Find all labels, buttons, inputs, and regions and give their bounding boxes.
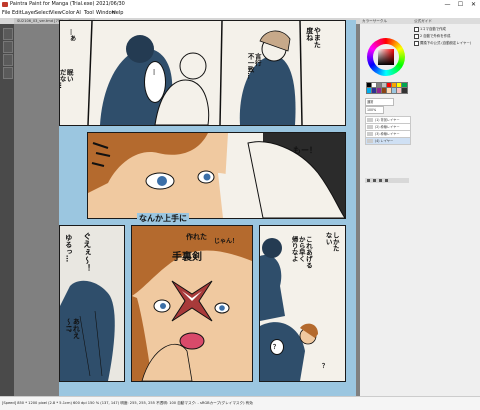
layer-thumbnail-icon bbox=[367, 118, 373, 122]
saturation-value-square[interactable] bbox=[378, 49, 394, 65]
new-layer-icon[interactable] bbox=[367, 179, 370, 182]
checkbox-icon[interactable] bbox=[414, 26, 419, 32]
color-wheel[interactable] bbox=[367, 38, 405, 76]
checkbox-icon[interactable] bbox=[414, 40, 419, 46]
sfx-lower-left-2: ぐえぇ～！ bbox=[82, 232, 92, 272]
panel-bottom-right: しかた ない これあげる から早く 帰りなよ ？ ？ bbox=[259, 225, 346, 382]
canvas-area[interactable]: …あ … やまた 度ね 言行 不一致… 眠い だな… もー！ ゆるっ… ぐえぇ～… bbox=[14, 20, 360, 397]
status-bar: [Speed] 850 * 1200 pixel (2.8 * 5.1cm) 6… bbox=[0, 396, 480, 410]
window-title: Paintra Paint for Manga (Trial.exe) 2021… bbox=[10, 1, 125, 7]
delete-layer-icon[interactable] bbox=[379, 179, 382, 182]
panel-top: …あ … やまた 度ね 言行 不一致… 眠い だな… bbox=[59, 20, 346, 126]
layer-thumbnail-icon bbox=[367, 132, 373, 136]
option-auto-panel[interactable]: 1コマ自動で作成 bbox=[414, 26, 446, 32]
layer-toolbar bbox=[365, 178, 409, 183]
option-auto-frame[interactable]: 2 自動で外枠を作成 bbox=[414, 33, 450, 39]
panel-middle: もー！ bbox=[87, 132, 346, 219]
menu-tool[interactable]: Tool bbox=[84, 10, 94, 17]
menu-file[interactable]: File bbox=[2, 10, 10, 17]
opacity-field[interactable]: 100% bbox=[365, 106, 384, 114]
dialogue-lower-right-2: これあげる から早く 帰りなよ bbox=[290, 236, 313, 269]
dialogue-lower-right-1: しかた ない bbox=[324, 232, 340, 252]
banner-text: なんか上手に bbox=[137, 213, 189, 224]
eraser-tool-icon[interactable] bbox=[3, 54, 13, 66]
minimize-button[interactable]: — bbox=[441, 0, 454, 9]
dialogue-top-left: …あ bbox=[68, 29, 76, 41]
menu-edit[interactable]: Edit bbox=[12, 10, 22, 17]
pen-tool-icon[interactable] bbox=[3, 28, 13, 40]
layer-thumbnail-icon bbox=[367, 139, 373, 143]
right-panel: カラーサークル 公式ガイド 1コマ自動で作成 2 自動で外枠を作成 置換下の公式… bbox=[360, 18, 480, 396]
panel-bottom-center: 手裏剣 作れた じゃん！ bbox=[131, 225, 253, 382]
menu-help[interactable]: Help bbox=[112, 10, 123, 17]
menu-select[interactable]: Select bbox=[35, 10, 50, 17]
dialogue-top-center: … bbox=[151, 69, 159, 75]
panel-bottom-left: ゆるっ… ぐえぇ～！ あれえ ～!? bbox=[59, 225, 125, 382]
merge-layer-icon[interactable] bbox=[385, 179, 388, 182]
layer-row-active[interactable]: (4) レイヤー bbox=[365, 137, 411, 145]
duplicate-layer-icon[interactable] bbox=[373, 179, 376, 182]
sfx-shuriken: 手裏剣 bbox=[172, 252, 202, 263]
blend-mode-select[interactable]: 通常 bbox=[365, 98, 394, 106]
guide-panel-header: 公式ガイド bbox=[412, 18, 480, 24]
color-circle-header: カラーサークル bbox=[360, 18, 412, 24]
color-palette bbox=[366, 82, 408, 96]
menu-view[interactable]: View bbox=[50, 10, 62, 17]
sfx-lower-left-1: ゆるっ… bbox=[64, 234, 73, 262]
speech-bubble bbox=[144, 61, 166, 103]
checkbox-icon[interactable] bbox=[414, 33, 419, 39]
question-mark-1: ？ bbox=[273, 344, 280, 351]
palette-swatch[interactable] bbox=[401, 87, 408, 94]
tool-strip bbox=[0, 24, 14, 396]
dialogue-top-right-3: 眠い だな… bbox=[59, 69, 74, 89]
option-replace-layer[interactable]: 置換下の公式 (自動設定レイヤー) bbox=[414, 40, 471, 46]
dialogue-top-right-1: やまた 度ね bbox=[305, 27, 322, 48]
menu-ai[interactable]: AI bbox=[76, 10, 81, 17]
sfx-made: 作れた bbox=[186, 233, 207, 241]
manga-page[interactable]: …あ … やまた 度ね 言行 不一致… 眠い だな… もー！ ゆるっ… ぐえぇ～… bbox=[59, 20, 356, 397]
dialogue-middle: もー！ bbox=[293, 146, 317, 155]
fill-tool-icon[interactable] bbox=[3, 67, 13, 79]
maximize-button[interactable]: ☐ bbox=[454, 0, 467, 9]
menu-color[interactable]: Color bbox=[62, 10, 75, 17]
question-mark-2: ？ bbox=[322, 363, 329, 370]
app-logo-icon bbox=[2, 2, 8, 7]
dialogue-top-right-2: 言行 不一致… bbox=[246, 53, 262, 79]
close-button[interactable]: ✕ bbox=[467, 0, 480, 9]
menu-layer[interactable]: Layer bbox=[22, 10, 36, 17]
status-text: [Speed] 850 * 1200 pixel (2.8 * 5.1cm) 6… bbox=[2, 401, 253, 405]
dialogue-lower-left: あれえ ～!? bbox=[64, 318, 81, 339]
sfx-jan: じゃん！ bbox=[214, 238, 239, 245]
brush-tool-icon[interactable] bbox=[3, 41, 13, 53]
layer-thumbnail-icon bbox=[367, 125, 373, 129]
